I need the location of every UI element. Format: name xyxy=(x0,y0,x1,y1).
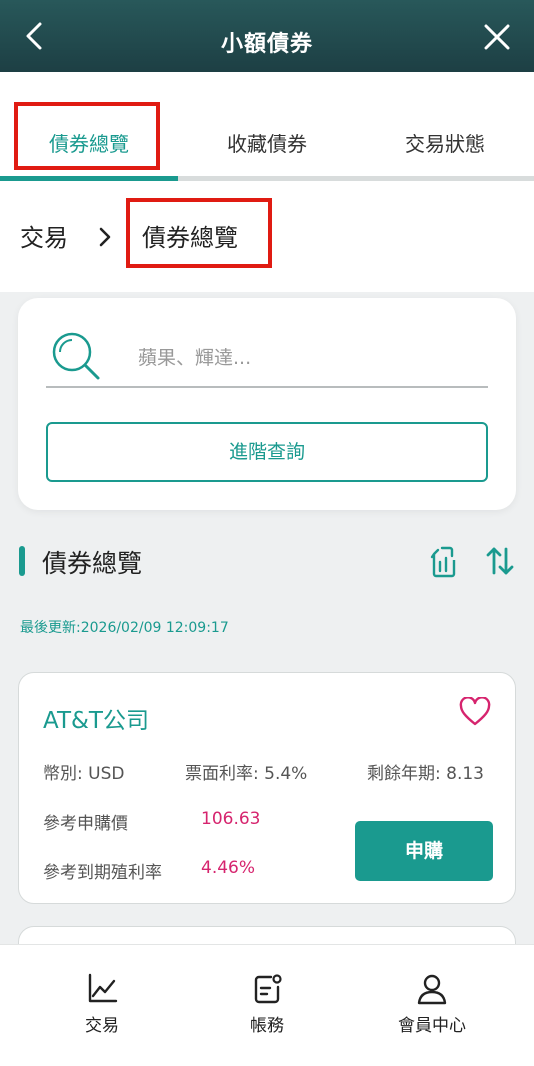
chart-line-icon xyxy=(88,973,118,1003)
price-label: 參考申購價 xyxy=(43,814,128,834)
price-value: 106.63 xyxy=(201,809,261,829)
ytm-label: 參考到期殖利率 xyxy=(43,863,162,883)
highlight-box xyxy=(126,198,272,268)
ytm-value: 4.46% xyxy=(201,858,256,878)
close-icon[interactable] xyxy=(482,22,512,52)
buy-button[interactable]: 申購 xyxy=(355,821,493,881)
search-icon xyxy=(52,332,100,380)
highlight-box xyxy=(14,102,160,170)
section-accent-bar xyxy=(19,546,25,576)
document-icon xyxy=(254,974,282,1004)
tab-bar: 債券總覽 收藏債券 交易狀態 xyxy=(0,72,534,182)
bond-card[interactable]: AT&T公司 幣別: USD 票面利率: 5.4% 剩餘年期: 8.13 參考申… xyxy=(18,672,516,904)
heart-icon[interactable] xyxy=(459,697,491,727)
breadcrumb: 交易 債券總覽 xyxy=(0,182,534,292)
bond-coupon: 票面利率: 5.4% xyxy=(185,764,308,784)
chevron-right-icon xyxy=(99,227,111,247)
page-title: 小額債券 xyxy=(220,32,313,57)
bond-name[interactable]: AT&T公司 xyxy=(43,701,149,735)
sort-icon[interactable] xyxy=(484,544,516,578)
search-card: 進階查詢 xyxy=(18,298,516,510)
bond-remaining: 剩餘年期: 8.13 xyxy=(367,764,484,784)
nav-trade[interactable]: 交易 xyxy=(42,973,162,1036)
tab-favorite-bonds[interactable]: 收藏債券 xyxy=(178,128,356,157)
tab-trade-status[interactable]: 交易狀態 xyxy=(356,128,534,157)
bond-currency: 幣別: USD xyxy=(43,764,125,784)
breadcrumb-parent[interactable]: 交易 xyxy=(20,218,68,253)
search-input[interactable] xyxy=(138,338,478,378)
tab-indicator xyxy=(0,176,178,181)
nav-trade-label: 交易 xyxy=(85,1016,119,1036)
advanced-search-button[interactable]: 進階查詢 xyxy=(46,422,488,482)
last-updated: 最後更新:2026/02/09 12:09:17 xyxy=(20,620,229,636)
nav-account-label: 帳務 xyxy=(250,1016,284,1036)
bottom-nav: 交易 帳務 會員中心 xyxy=(0,944,534,1066)
nav-member[interactable]: 會員中心 xyxy=(372,973,492,1036)
app-header: 小額債券 xyxy=(0,0,534,72)
search-underline xyxy=(46,386,488,388)
user-icon xyxy=(417,974,447,1005)
section-title: 債券總覽 xyxy=(42,549,143,578)
nav-account[interactable]: 帳務 xyxy=(207,973,327,1036)
filter-icon[interactable] xyxy=(428,544,460,578)
nav-member-label: 會員中心 xyxy=(398,1016,466,1036)
